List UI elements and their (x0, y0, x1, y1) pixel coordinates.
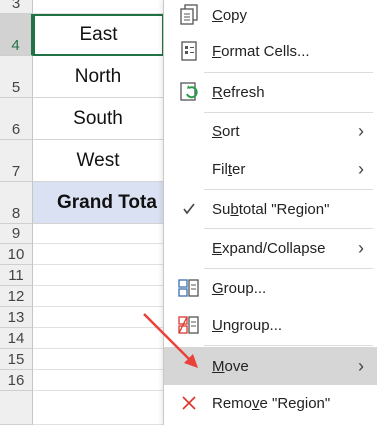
menu-separator (204, 345, 373, 346)
row-header-12[interactable]: 12 (0, 286, 33, 307)
menu-item-ungroup[interactable]: Ungroup... (164, 307, 377, 343)
cell-empty[interactable] (33, 307, 164, 328)
row-header-8[interactable]: 8 (0, 182, 33, 224)
ungroup-icon (178, 314, 200, 336)
menu-item-format-cells[interactable]: Format Cells... (164, 33, 377, 69)
row-header-3[interactable]: 3 (0, 0, 33, 14)
cell-west[interactable]: West (33, 140, 164, 182)
row-header-17[interactable] (0, 391, 33, 425)
row-header-15[interactable]: 15 (0, 349, 33, 370)
chevron-right-icon: › (358, 237, 364, 258)
cell-grand-total[interactable]: Grand Tota (33, 182, 164, 224)
row-header-6[interactable]: 6 (0, 98, 33, 140)
row-header-4[interactable]: 4 (0, 14, 33, 56)
group-icon (178, 277, 200, 299)
cell-empty[interactable] (33, 328, 164, 349)
menu-item-copy[interactable]: Copy (164, 0, 377, 33)
copy-icon (178, 4, 200, 26)
menu-item-remove-region[interactable]: Remove "Region" (164, 385, 377, 421)
cell-empty[interactable] (33, 370, 164, 391)
menu-separator (204, 72, 373, 73)
row-header-5[interactable]: 5 (0, 56, 33, 98)
cell-empty[interactable] (33, 265, 164, 286)
menu-item-refresh[interactable]: Refresh (164, 74, 377, 110)
format-cells-icon (178, 40, 200, 62)
cell-empty[interactable] (33, 244, 164, 265)
menu-item-expand-collapse[interactable]: Expand/Collapse › (164, 230, 377, 266)
menu-separator (204, 228, 373, 229)
menu-item-filter[interactable]: Filter › (164, 151, 377, 187)
chevron-right-icon: › (358, 158, 364, 179)
refresh-icon (178, 81, 200, 103)
menu-item-move[interactable]: Move › (164, 347, 377, 385)
row-header-13[interactable]: 13 (0, 307, 33, 328)
menu-item-subtotal-region[interactable]: Subtotal "Region" (164, 191, 377, 227)
cell-empty[interactable] (33, 286, 164, 307)
cell-north[interactable]: North (33, 56, 164, 98)
row-header-10[interactable]: 10 (0, 244, 33, 265)
row-header-7[interactable]: 7 (0, 140, 33, 182)
checkmark-icon (178, 198, 200, 220)
cell-south[interactable]: South (33, 98, 164, 140)
remove-x-icon (178, 392, 200, 414)
chevron-right-icon: › (358, 355, 364, 376)
cell-a3[interactable] (33, 0, 164, 14)
row-header-16[interactable]: 16 (0, 370, 33, 391)
menu-item-sort[interactable]: Sort › (164, 113, 377, 149)
cell-east[interactable]: East (33, 14, 164, 56)
menu-separator (204, 189, 373, 190)
cell-empty[interactable] (33, 349, 164, 370)
chevron-right-icon: › (358, 120, 364, 141)
context-menu: Copy Format Cells... Refresh Sort › Filt… (163, 0, 377, 425)
menu-item-group[interactable]: Group... (164, 270, 377, 306)
menu-separator (204, 268, 373, 269)
row-header-11[interactable]: 11 (0, 265, 33, 286)
row-header-9[interactable]: 9 (0, 224, 33, 244)
cell-empty[interactable] (33, 224, 164, 244)
cell-empty[interactable] (33, 391, 164, 425)
row-header-14[interactable]: 14 (0, 328, 33, 349)
